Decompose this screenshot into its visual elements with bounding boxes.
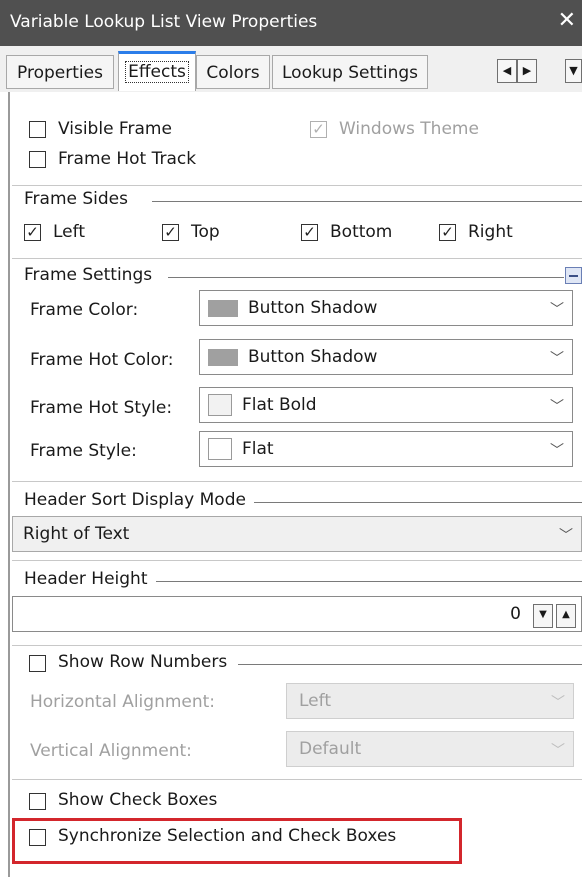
highlight-box — [12, 818, 462, 864]
frame-style-select[interactable]: Flat ﹀ — [199, 431, 573, 467]
chevron-down-icon: ﹀ — [550, 351, 564, 367]
header-height-input[interactable]: 0 ▼ ▲ — [12, 596, 582, 632]
vertical-alignment-select[interactable]: Default ﹀ — [286, 731, 574, 767]
right-side-checkbox[interactable]: ✓ — [439, 224, 456, 241]
horizontal-alignment-select[interactable]: Left ﹀ — [286, 683, 574, 719]
visible-frame-checkbox[interactable] — [29, 121, 46, 138]
frame-color-swatch — [208, 300, 238, 317]
title-bar: Variable Lookup List View Properties ✕ — [0, 0, 582, 46]
frame-settings-rule — [168, 277, 564, 278]
left-side-checkbox[interactable]: ✓ — [24, 224, 41, 241]
frame-hot-color-select[interactable]: Button Shadow ﹀ — [199, 339, 573, 375]
decrement-icon[interactable]: ▼ — [533, 604, 553, 628]
tab-colors-label: Colors — [206, 63, 260, 83]
vertical-alignment-label: Vertical Alignment: — [30, 741, 192, 761]
frame-hot-color-swatch — [208, 349, 238, 366]
show-row-numbers-label: Show Row Numbers — [58, 652, 228, 672]
header-height-title: Header Height — [24, 569, 148, 589]
close-icon[interactable]: ✕ — [558, 10, 576, 32]
frame-sides-title: Frame Sides — [24, 189, 128, 209]
collapse-icon[interactable] — [565, 267, 582, 284]
tab-scroll-left-icon[interactable]: ◀ — [497, 59, 517, 83]
chevron-down-icon: ﹀ — [550, 399, 564, 415]
bottom-side-checkbox[interactable]: ✓ — [301, 224, 318, 241]
chevron-down-icon: ﹀ — [559, 528, 573, 544]
frame-style-swatch — [208, 438, 232, 460]
frame-hot-track-checkbox[interactable] — [29, 151, 46, 168]
tab-lookup-settings[interactable]: Lookup Settings — [272, 55, 428, 89]
chevron-down-icon: ﹀ — [550, 302, 564, 318]
row-numbers-rule — [238, 664, 582, 665]
divider — [12, 779, 582, 780]
top-side-checkbox[interactable]: ✓ — [162, 224, 179, 241]
frame-hot-style-label: Frame Hot Style: — [30, 398, 173, 418]
frame-color-label: Frame Color: — [30, 300, 139, 320]
frame-settings-title: Frame Settings — [24, 265, 153, 285]
frame-hot-color-value: Button Shadow — [248, 347, 378, 367]
frame-hot-color-label: Frame Hot Color: — [30, 350, 174, 370]
frame-hot-style-value: Flat Bold — [242, 395, 317, 415]
frame-style-value: Flat — [242, 439, 274, 459]
chevron-down-icon: ﹀ — [551, 695, 565, 711]
tab-properties-label: Properties — [17, 63, 103, 83]
show-check-boxes-checkbox[interactable] — [29, 793, 46, 810]
windows-theme-checkbox[interactable]: ✓ — [310, 121, 327, 138]
increment-icon[interactable]: ▲ — [556, 604, 576, 628]
header-sort-select[interactable]: Right of Text ﹀ — [12, 516, 582, 552]
tab-properties[interactable]: Properties — [6, 55, 114, 89]
chevron-down-icon: ﹀ — [550, 443, 564, 459]
tab-list-dropdown-icon[interactable]: ▼ — [565, 59, 582, 83]
frame-hot-style-swatch — [208, 394, 232, 416]
show-row-numbers-checkbox[interactable] — [29, 655, 46, 672]
frame-style-label: Frame Style: — [30, 441, 137, 461]
visible-frame-label: Visible Frame — [58, 119, 172, 139]
frame-hot-track-label: Frame Hot Track — [58, 149, 197, 169]
divider — [12, 560, 582, 561]
tab-strip: Properties Effects Colors Lookup Setting… — [0, 46, 582, 92]
header-height-rule — [156, 581, 582, 582]
header-sort-rule — [254, 502, 582, 503]
frame-sides-rule — [152, 201, 582, 202]
header-height-value: 0 — [510, 604, 521, 624]
tab-colors[interactable]: Colors — [196, 55, 270, 89]
tab-scroll-right-icon[interactable]: ▶ — [517, 59, 537, 83]
divider — [12, 645, 582, 646]
header-sort-title: Header Sort Display Mode — [24, 490, 246, 510]
tab-effects[interactable]: Effects — [118, 51, 196, 91]
top-side-label: Top — [191, 222, 220, 242]
left-side-label: Left — [53, 222, 85, 242]
vertical-alignment-value: Default — [299, 739, 362, 759]
frame-color-select[interactable]: Button Shadow ﹀ — [199, 290, 573, 326]
bottom-side-label: Bottom — [330, 222, 393, 242]
horizontal-alignment-label: Horizontal Alignment: — [30, 692, 216, 712]
divider — [12, 185, 582, 186]
right-side-label: Right — [468, 222, 513, 242]
divider — [12, 258, 582, 259]
divider — [12, 481, 582, 482]
frame-color-value: Button Shadow — [248, 298, 378, 318]
window-title: Variable Lookup List View Properties — [10, 12, 318, 32]
frame-hot-style-select[interactable]: Flat Bold ﹀ — [199, 387, 573, 423]
chevron-down-icon: ﹀ — [551, 743, 565, 759]
tab-lookup-settings-label: Lookup Settings — [282, 63, 418, 83]
tab-effects-label: Effects — [125, 61, 189, 83]
show-check-boxes-label: Show Check Boxes — [58, 790, 218, 810]
windows-theme-label: Windows Theme — [339, 119, 479, 139]
horizontal-alignment-value: Left — [299, 691, 331, 711]
header-sort-value: Right of Text — [23, 524, 130, 544]
